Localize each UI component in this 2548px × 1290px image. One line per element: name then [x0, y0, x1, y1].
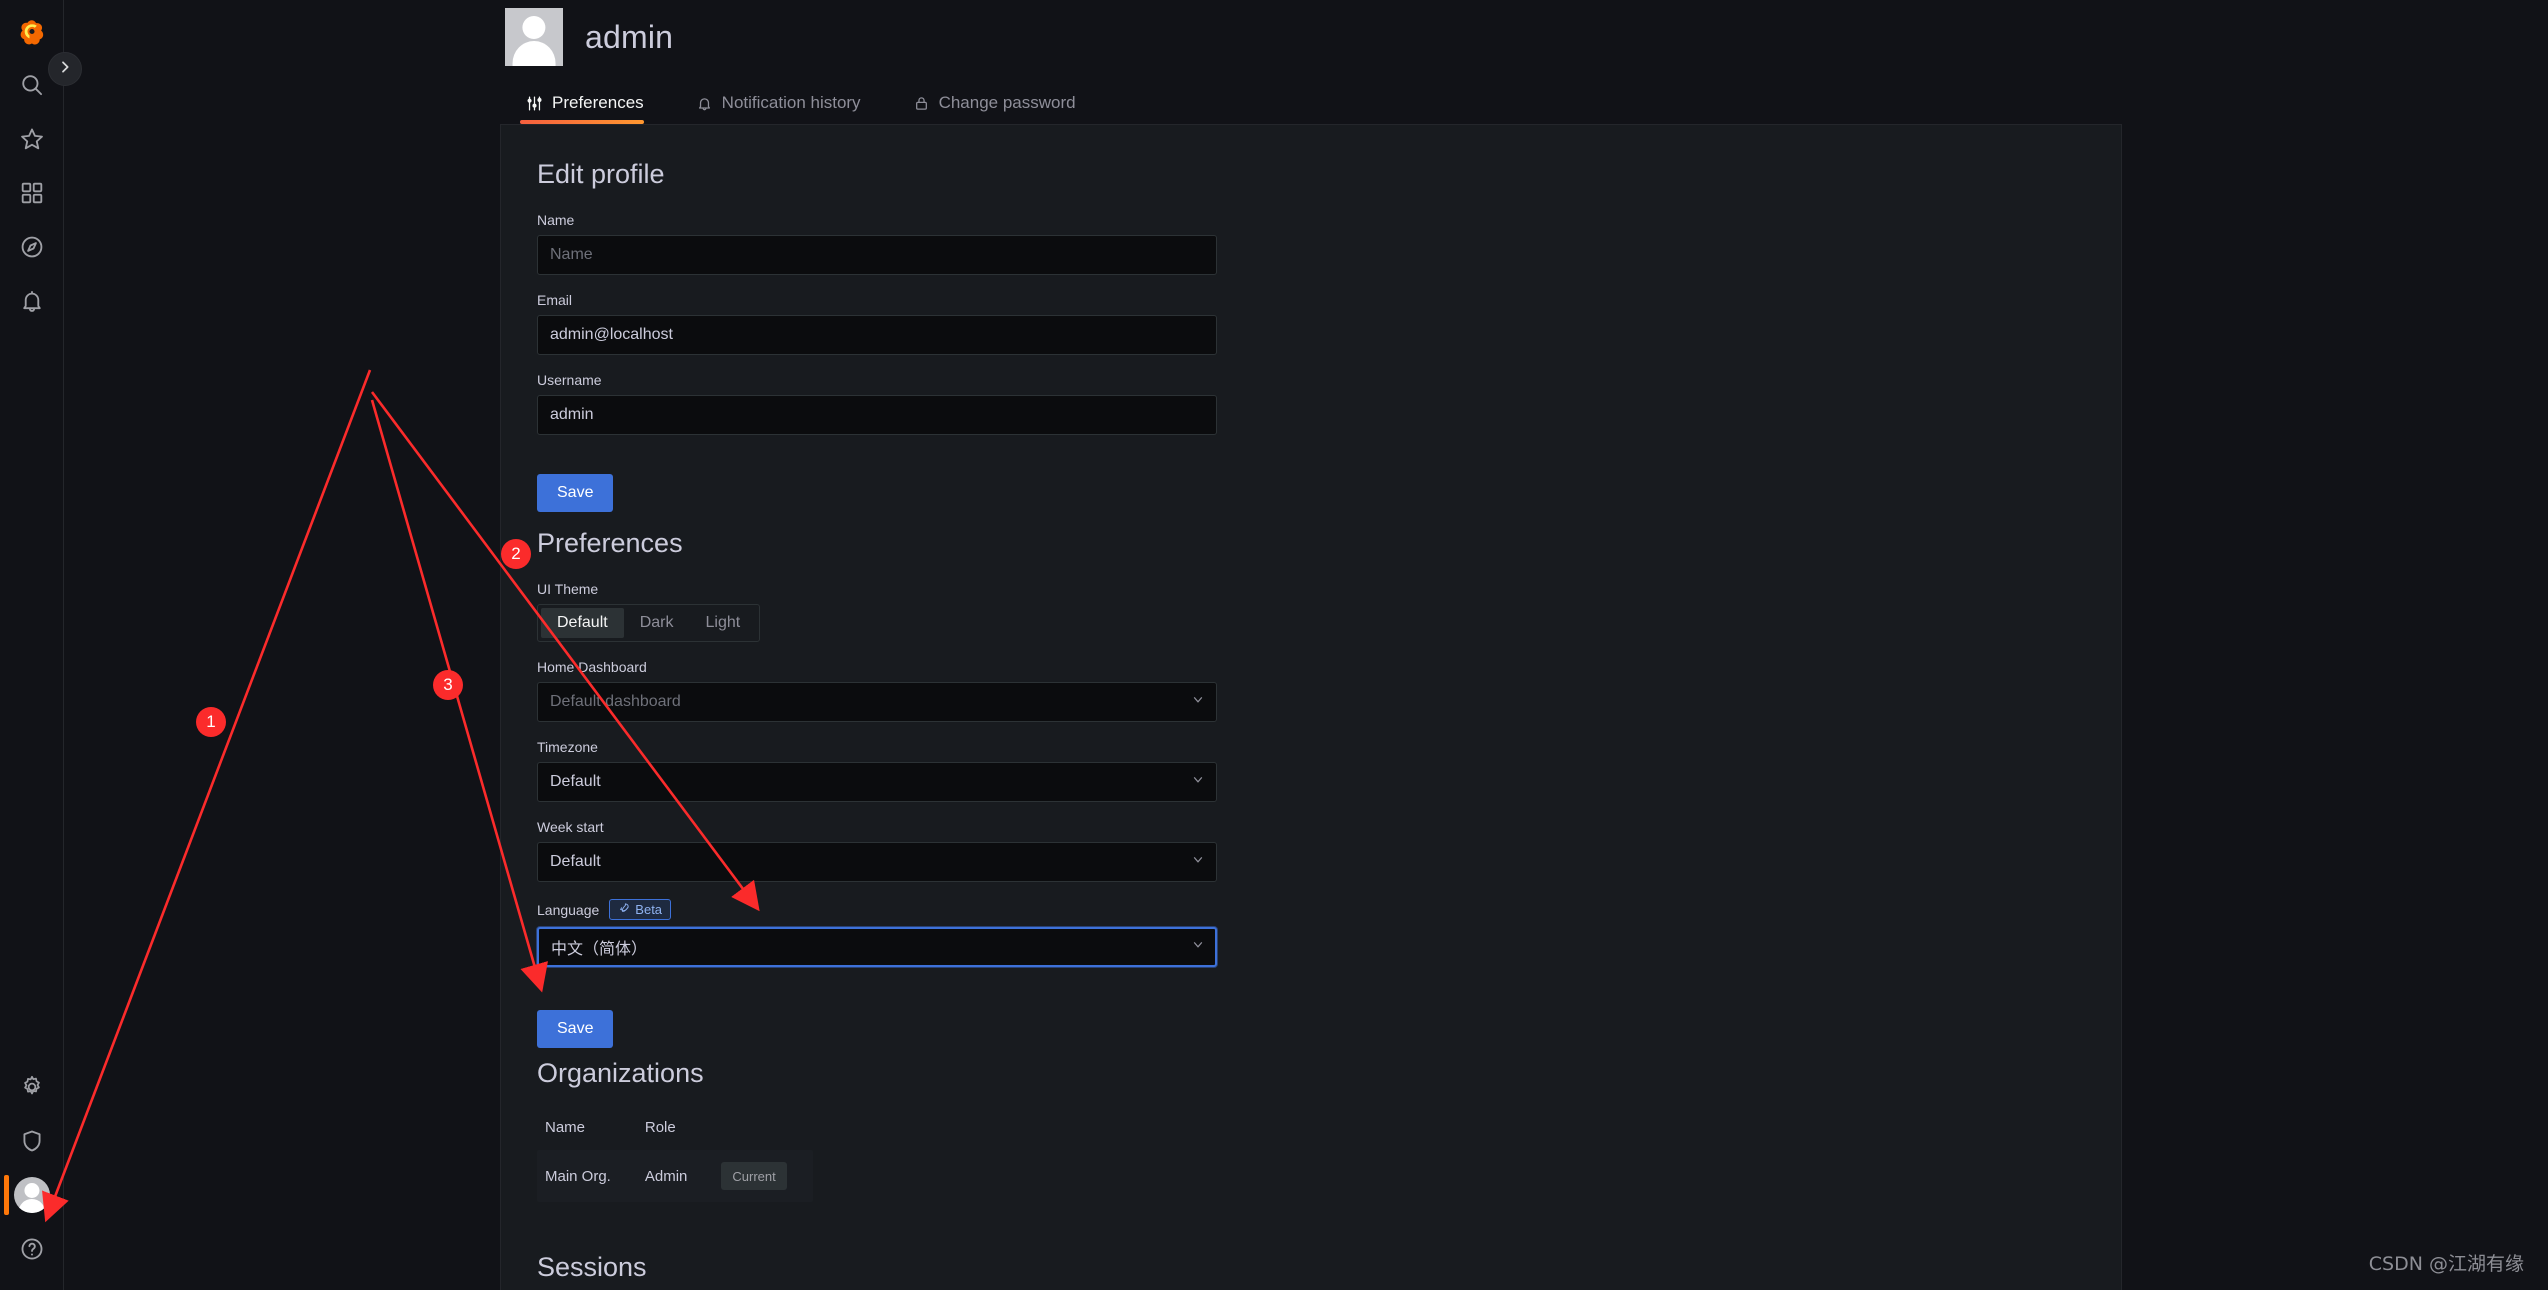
gear-icon	[19, 1074, 45, 1100]
username-label: Username	[537, 372, 602, 388]
column-header-name: Name	[545, 1119, 586, 1136]
sidebar-item-dashboards[interactable]	[0, 166, 64, 220]
table-row: Main Org. Admin Current	[537, 1150, 813, 1202]
org-name-cell: Main Org.	[537, 1150, 637, 1202]
sidebar-expand-button[interactable]	[48, 52, 82, 86]
dashboards-grid-icon	[19, 180, 45, 206]
star-icon	[19, 126, 45, 152]
profile-content-panel: Edit profile Name Email Username Save Pr…	[500, 124, 2122, 1290]
ui-theme-option-light[interactable]: Light	[689, 608, 756, 638]
tab-preferences[interactable]: Preferences	[520, 93, 666, 124]
tab-label: Notification history	[721, 93, 861, 112]
shield-icon	[19, 1128, 45, 1154]
org-action-cell: Current	[713, 1150, 813, 1202]
save-preferences-button[interactable]: Save	[537, 1010, 614, 1048]
sidebar-item-alerting[interactable]	[0, 274, 64, 328]
username-input[interactable]	[537, 395, 1217, 435]
name-label: Name	[537, 212, 575, 228]
grafana-profile-page: admin Preferences Notification history C…	[0, 0, 2548, 1290]
table-header-row: Name Role	[537, 1111, 813, 1150]
sidebar-item-server-admin[interactable]	[0, 1114, 64, 1168]
home-dashboard-select[interactable]: Default dashboard	[537, 682, 1217, 722]
tab-label: Preferences	[552, 93, 644, 112]
sidebar-item-help[interactable]	[0, 1222, 64, 1276]
profile-tabs: Preferences Notification history Change …	[520, 82, 1122, 124]
home-dashboard-label: Home Dashboard	[537, 659, 647, 675]
watermark: CSDN @江湖有缘	[2368, 1253, 2524, 1275]
language-field-group: Language Beta 中文（简体）	[537, 899, 1217, 967]
page-title: admin	[585, 18, 674, 55]
column-header-action	[713, 1111, 812, 1150]
ui-theme-label: UI Theme	[537, 581, 599, 597]
sidebar-item-grafana-logo[interactable]	[0, 0, 64, 58]
language-select-wrap: 中文（简体）	[537, 927, 1217, 967]
sidebar-item-explore[interactable]	[0, 220, 64, 274]
sidebar-item-profile[interactable]	[0, 1168, 64, 1222]
language-select[interactable]: 中文（简体）	[537, 927, 1217, 967]
avatar	[13, 1177, 50, 1213]
beta-badge-label: Beta	[635, 902, 663, 917]
bell-icon	[696, 95, 713, 112]
help-circle-icon	[19, 1236, 45, 1262]
language-label: Language	[537, 901, 600, 918]
week-start-select-wrap: Default	[537, 842, 1217, 882]
week-start-label: Week start	[537, 819, 604, 835]
tab-notification-history[interactable]: Notification history	[690, 93, 883, 124]
home-dashboard-field-group: Home Dashboard Default dashboard	[537, 659, 1217, 722]
bell-icon	[19, 288, 45, 314]
annotation-marker-1: 1	[196, 707, 226, 737]
annotation-marker-2: 2	[501, 539, 531, 569]
annotation-marker-3: 3	[433, 670, 463, 700]
ui-theme-field-group: UI Theme Default Dark Light	[537, 581, 1217, 642]
organizations-table-head: Name Role	[537, 1111, 813, 1150]
profile-avatar	[505, 8, 563, 66]
rocket-icon	[618, 902, 630, 917]
edit-profile-title: Edit profile	[537, 159, 665, 189]
tab-change-password[interactable]: Change password	[907, 93, 1098, 124]
username-field-group: Username	[537, 372, 1217, 435]
chevron-right-icon	[57, 59, 73, 80]
main-sidebar	[0, 0, 64, 1290]
week-start-select[interactable]: Default	[537, 842, 1217, 882]
preferences-title: Preferences	[537, 528, 683, 558]
name-field-group: Name	[537, 212, 1217, 275]
current-org-button[interactable]: Current	[721, 1162, 787, 1190]
timezone-select-wrap: Default	[537, 762, 1217, 802]
save-profile-button[interactable]: Save	[537, 474, 614, 512]
timezone-select[interactable]: Default	[537, 762, 1217, 802]
search-icon	[19, 72, 45, 98]
email-label: Email	[537, 292, 573, 308]
sidebar-item-starred[interactable]	[0, 112, 64, 166]
ui-theme-option-default[interactable]: Default	[541, 608, 624, 638]
sliders-icon	[526, 95, 543, 112]
organizations-title: Organizations	[537, 1058, 704, 1088]
lock-icon	[913, 95, 930, 112]
sidebar-bottom-group	[0, 1060, 64, 1290]
email-field-group: Email	[537, 292, 1217, 355]
ui-theme-option-dark[interactable]: Dark	[624, 608, 690, 638]
organizations-table-body: Main Org. Admin Current	[537, 1150, 813, 1202]
column-header-role: Role	[644, 1119, 676, 1136]
name-input[interactable]	[537, 235, 1217, 275]
org-role-cell: Admin	[636, 1150, 714, 1202]
sessions-title: Sessions	[537, 1252, 647, 1282]
timezone-label: Timezone	[537, 739, 598, 755]
sidebar-item-configuration[interactable]	[0, 1060, 64, 1114]
week-start-field-group: Week start Default	[537, 819, 1217, 882]
ui-theme-radio-group: Default Dark Light	[537, 604, 761, 642]
grafana-logo-icon	[17, 18, 47, 48]
sidebar-top-group	[0, 0, 64, 328]
home-dashboard-select-wrap: Default dashboard	[537, 682, 1217, 722]
timezone-field-group: Timezone Default	[537, 739, 1217, 802]
language-label-row: Language Beta	[537, 899, 1217, 920]
page-header: admin	[505, 8, 673, 66]
organizations-table: Name Role Main Org. Admin Current	[537, 1111, 813, 1202]
tab-label: Change password	[938, 93, 1076, 112]
beta-badge: Beta	[609, 899, 672, 920]
compass-icon	[19, 234, 45, 260]
email-input[interactable]	[537, 315, 1217, 355]
